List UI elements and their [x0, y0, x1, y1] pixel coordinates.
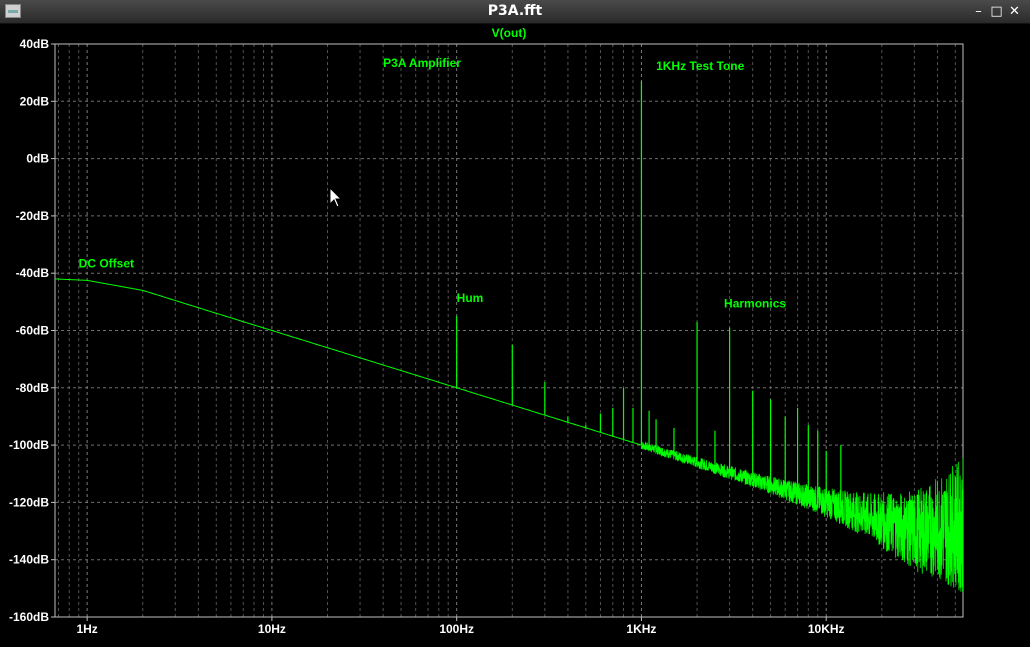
- annotation-label: Harmonics: [724, 297, 786, 311]
- y-tick-label: -140dB: [9, 553, 49, 567]
- grid: [55, 43, 963, 618]
- annotation-label: Hum: [457, 291, 484, 305]
- y-tick-label: 40dB: [20, 37, 50, 51]
- plot-area[interactable]: V(out) 40dB 20dB 0dB -20dB -40dB -60dB -80dB -1…: [0, 23, 1030, 647]
- close-button[interactable]: ✕: [1006, 3, 1023, 20]
- annotation-label: DC Offset: [79, 256, 134, 270]
- annotation-label: 1KHz Test Tone: [656, 59, 745, 73]
- mouse-cursor-icon: [329, 186, 343, 208]
- y-tick-label: -20dB: [16, 209, 50, 223]
- chart-title: V(out): [492, 26, 527, 40]
- trace-vout: [54, 81, 964, 592]
- y-tick-label: -100dB: [9, 438, 49, 452]
- axes: 40dB 20dB 0dB -20dB -40dB -60dB -80dB -100dB -12…: [9, 37, 964, 636]
- x-tick-label: 10Hz: [258, 622, 286, 636]
- maximize-button[interactable]: □: [988, 3, 1005, 20]
- x-tick-label: 1KHz: [626, 622, 656, 636]
- y-tick-label: -80dB: [16, 381, 50, 395]
- x-tick-label: 100Hz: [439, 622, 474, 636]
- y-tick-label: -40dB: [16, 266, 50, 280]
- annotation-label: P3A Amplifier: [383, 56, 461, 70]
- x-tick-label: 10KHz: [808, 622, 845, 636]
- annotations: P3A Amplifier 1KHz Test Tone DC Offset Hum H…: [79, 56, 787, 311]
- minimize-button[interactable]: –: [970, 3, 987, 20]
- y-tick-label: -60dB: [16, 324, 50, 338]
- y-tick-label: 20dB: [20, 94, 50, 108]
- window-titlebar: P3A.fft – □ ✕: [0, 0, 1030, 24]
- x-tick-label: 1Hz: [76, 622, 97, 636]
- window-title: P3A.fft: [487, 3, 543, 19]
- y-tick-label: 0dB: [26, 152, 49, 166]
- y-tick-label: -120dB: [9, 495, 49, 509]
- plot-frame: [54, 43, 964, 618]
- y-tick-label: -160dB: [9, 610, 49, 624]
